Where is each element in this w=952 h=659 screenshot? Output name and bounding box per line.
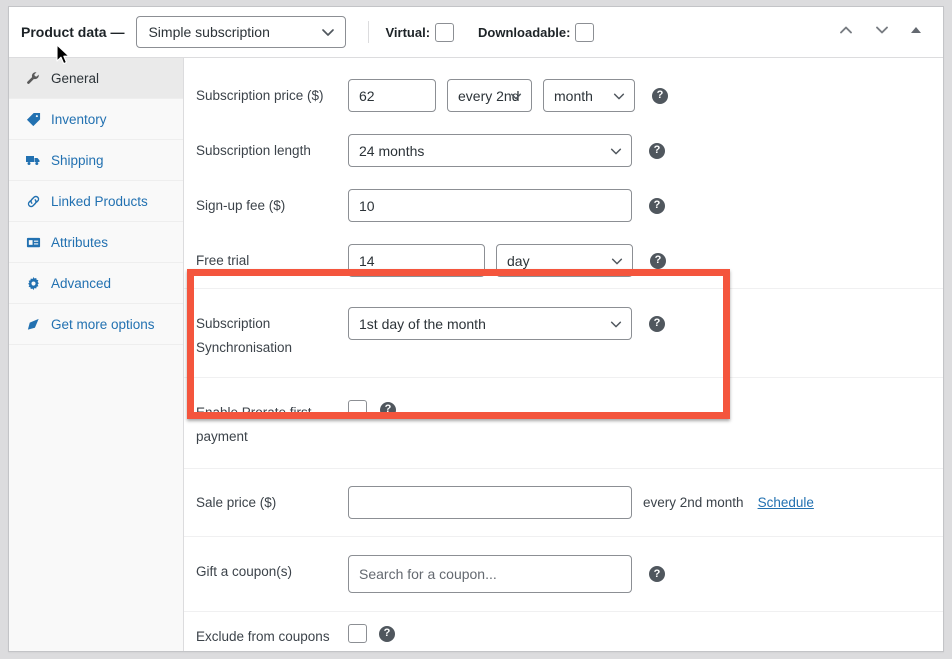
move-up-icon[interactable] bbox=[837, 21, 855, 44]
page-title: Product data — bbox=[21, 24, 125, 40]
row-exclude-coupons: Exclude from coupons ? bbox=[184, 612, 943, 651]
sidebar-item-shipping[interactable]: Shipping bbox=[9, 140, 183, 181]
free-trial-period-select[interactable]: day bbox=[496, 244, 633, 277]
free-trial-help-icon[interactable]: ? bbox=[650, 252, 666, 269]
signup-fee-value: 10 bbox=[359, 197, 375, 214]
gift-coupon-placeholder: Search for a coupon... bbox=[359, 566, 497, 582]
truck-icon bbox=[25, 152, 41, 168]
subscription-period-value: month bbox=[554, 87, 593, 104]
signup-fee-input[interactable]: 10 bbox=[348, 189, 632, 222]
gift-coupon-search-input[interactable]: Search for a coupon... bbox=[348, 555, 632, 593]
subscription-price-value: 62 bbox=[359, 87, 375, 104]
virtual-checkbox-group[interactable]: Virtual: bbox=[385, 22, 455, 42]
subscription-sync-label: Subscription Synchronisation bbox=[196, 307, 348, 360]
free-trial-length-input[interactable]: 14 bbox=[348, 244, 485, 277]
subscription-length-label: Subscription length bbox=[196, 143, 311, 158]
exclude-coupons-label: Exclude from coupons bbox=[196, 629, 330, 644]
general-panel-content: Subscription price ($) 62 every 2nd mont… bbox=[184, 58, 943, 651]
row-gift-coupon: Gift a coupon(s) Search for a coupon... … bbox=[184, 537, 943, 612]
downloadable-checkbox[interactable] bbox=[575, 22, 595, 42]
sale-price-label: Sale price ($) bbox=[196, 495, 277, 510]
list-icon bbox=[25, 234, 41, 250]
row-free-trial: Free trial 14 day ? bbox=[184, 233, 943, 289]
panel-body: General Inventory Shipping Linked Produc… bbox=[9, 58, 943, 651]
sidebar-item-attributes[interactable]: Attributes bbox=[9, 222, 183, 263]
sidebar-item-general[interactable]: General bbox=[9, 58, 183, 99]
subscription-length-help-icon[interactable]: ? bbox=[649, 142, 665, 159]
sidebar-item-label: Advanced bbox=[51, 275, 112, 291]
signup-fee-label: Sign-up fee ($) bbox=[196, 198, 286, 213]
subscription-sync-label-line2: Synchronisation bbox=[196, 340, 293, 355]
subscription-length-value: 24 months bbox=[359, 142, 425, 159]
row-subscription-length: Subscription length 24 months ? bbox=[184, 123, 943, 178]
product-type-select[interactable]: Simple subscription bbox=[136, 16, 347, 48]
sale-price-input[interactable] bbox=[348, 486, 632, 519]
free-trial-length-value: 14 bbox=[359, 252, 375, 269]
prorate-first-payment-label: Enable Prorate first payment bbox=[196, 396, 348, 449]
move-down-icon[interactable] bbox=[873, 21, 891, 44]
prorate-first-payment-checkbox[interactable] bbox=[348, 400, 367, 419]
subscription-price-help-icon[interactable]: ? bbox=[652, 87, 668, 104]
product-data-panel: Product data — Simple subscription Virtu… bbox=[8, 6, 944, 652]
product-type-value: Simple subscription bbox=[148, 24, 270, 40]
row-subscription-price: Subscription price ($) 62 every 2nd mont… bbox=[184, 68, 943, 123]
subscription-interval-select[interactable]: every 2nd bbox=[447, 79, 532, 112]
sidebar-item-linked-products[interactable]: Linked Products bbox=[9, 181, 183, 222]
sidebar-item-advanced[interactable]: Advanced bbox=[9, 263, 183, 304]
sidebar-item-label: Shipping bbox=[51, 152, 104, 168]
prorate-label-line1: Enable Prorate first bbox=[196, 405, 312, 420]
exclude-coupons-checkbox[interactable] bbox=[348, 624, 367, 643]
product-data-tabs: General Inventory Shipping Linked Produc… bbox=[9, 58, 184, 651]
subscription-sync-value: 1st day of the month bbox=[359, 315, 486, 332]
link-icon bbox=[25, 193, 41, 209]
row-subscription-synchronisation: Subscription Synchronisation 1st day of … bbox=[184, 289, 943, 378]
panel-header: Product data — Simple subscription Virtu… bbox=[9, 7, 943, 58]
sidebar-item-label: Inventory bbox=[51, 111, 107, 127]
downloadable-label: Downloadable: bbox=[478, 24, 571, 40]
screen: Product data — Simple subscription Virtu… bbox=[0, 0, 952, 659]
virtual-label: Virtual: bbox=[385, 24, 431, 40]
header-divider bbox=[368, 21, 370, 43]
gift-coupon-help-icon[interactable]: ? bbox=[649, 566, 665, 582]
exclude-coupons-help-icon[interactable]: ? bbox=[379, 625, 395, 642]
sidebar-item-label: Linked Products bbox=[51, 193, 148, 209]
schedule-sale-link[interactable]: Schedule bbox=[758, 495, 814, 510]
sale-price-suffix: every 2nd month bbox=[643, 495, 744, 510]
row-signup-fee: Sign-up fee ($) 10 ? bbox=[184, 178, 943, 233]
chevron-down-icon bbox=[612, 93, 626, 103]
subscription-period-select[interactable]: month bbox=[543, 79, 635, 112]
chevron-down-icon bbox=[320, 29, 336, 40]
chevron-down-icon bbox=[610, 258, 624, 268]
subscription-price-input[interactable]: 62 bbox=[348, 79, 436, 112]
tag-icon bbox=[25, 111, 41, 127]
sidebar-item-inventory[interactable]: Inventory bbox=[9, 99, 183, 140]
subscription-length-select[interactable]: 24 months bbox=[348, 134, 632, 167]
free-trial-period-value: day bbox=[507, 252, 530, 269]
subscription-sync-help-icon[interactable]: ? bbox=[649, 315, 665, 332]
row-prorate-first-payment: Enable Prorate first payment ? bbox=[184, 378, 943, 469]
sidebar-item-label: Attributes bbox=[51, 234, 109, 250]
prorate-label-line2: payment bbox=[196, 429, 248, 444]
plugin-icon bbox=[25, 316, 41, 332]
downloadable-checkbox-group[interactable]: Downloadable: bbox=[478, 22, 595, 42]
chevron-down-icon bbox=[609, 148, 623, 158]
sidebar-item-label: Get more options bbox=[51, 316, 155, 332]
gift-coupon-label: Gift a coupon(s) bbox=[196, 564, 293, 579]
prorate-first-payment-help-icon[interactable]: ? bbox=[380, 401, 396, 418]
wrench-icon bbox=[25, 70, 41, 86]
chevron-down-icon bbox=[509, 93, 523, 103]
chevron-down-icon bbox=[609, 321, 623, 331]
header-actions bbox=[837, 21, 929, 44]
free-trial-label: Free trial bbox=[196, 253, 250, 268]
subscription-sync-select[interactable]: 1st day of the month bbox=[348, 307, 632, 340]
toggle-panel-icon[interactable] bbox=[909, 23, 923, 42]
virtual-checkbox[interactable] bbox=[435, 22, 455, 42]
subscription-price-label: Subscription price ($) bbox=[196, 88, 324, 103]
sidebar-item-label: General bbox=[51, 70, 100, 86]
gear-icon bbox=[25, 275, 41, 291]
row-sale-price: Sale price ($) every 2nd month Schedule bbox=[184, 469, 943, 537]
signup-fee-help-icon[interactable]: ? bbox=[649, 197, 665, 214]
subscription-sync-label-line1: Subscription bbox=[196, 316, 271, 331]
sidebar-item-get-more-options[interactable]: Get more options bbox=[9, 304, 183, 345]
